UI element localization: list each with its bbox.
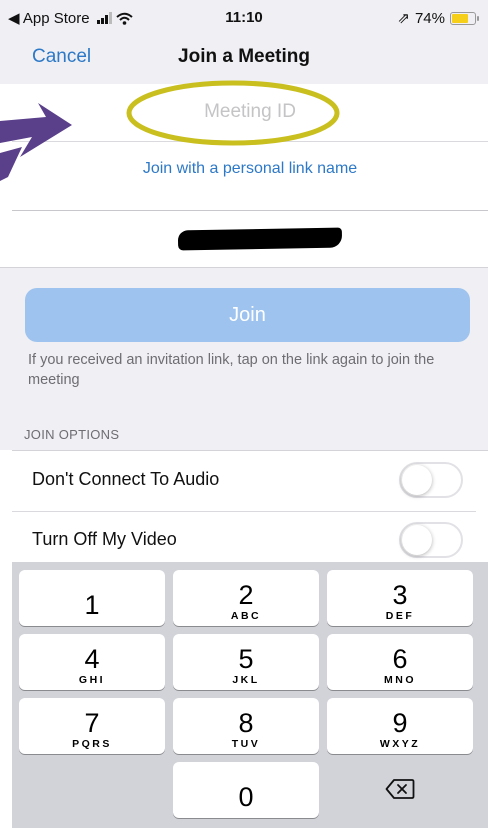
key-0[interactable]: 0 <box>173 762 319 818</box>
backspace-icon <box>385 778 415 799</box>
audio-toggle[interactable] <box>399 462 463 498</box>
location-icon: ⇗ <box>397 10 410 27</box>
join-button[interactable]: Join <box>25 288 470 342</box>
annotation-highlight-ellipse <box>126 80 340 146</box>
key-9[interactable]: 9 WXYZ <box>327 698 473 754</box>
delete-key[interactable] <box>327 762 473 818</box>
invitation-note: If you received an invitation link, tap … <box>28 352 435 388</box>
redacted-name <box>177 227 343 251</box>
key-3[interactable]: 3 DEF <box>327 570 473 626</box>
toggle-knob <box>402 525 432 555</box>
key-2[interactable]: 2 ABC <box>173 570 319 626</box>
key-7[interactable]: 7 PQRS <box>19 698 165 754</box>
video-toggle[interactable] <box>399 522 463 558</box>
key-4[interactable]: 4 GHI <box>19 634 165 690</box>
join-area: Join If you received an invitation link,… <box>0 267 488 450</box>
status-bar: ◀ App Store 11:10 ⇗ 74% <box>0 0 488 38</box>
key-8[interactable]: 8 TUV <box>173 698 319 754</box>
option-turn-off-video: Turn Off My Video <box>12 511 488 567</box>
option-dont-connect-audio: Don't Connect To Audio <box>12 451 488 507</box>
divider <box>12 511 476 512</box>
status-right: ⇗ 74% <box>397 9 479 27</box>
key-6[interactable]: 6 MNO <box>327 634 473 690</box>
option-label: Don't Connect To Audio <box>32 469 220 489</box>
join-options-header: JOIN OPTIONS <box>24 427 120 442</box>
key-1[interactable]: 1 <box>19 570 165 626</box>
nav-bar: Cancel Join a Meeting <box>0 38 488 84</box>
join-options-list: Don't Connect To Audio Turn Off My Video <box>12 450 488 562</box>
battery-percent: 74% <box>414 9 445 27</box>
page-title: Join a Meeting <box>178 46 310 67</box>
screen-name-field[interactable] <box>12 211 488 267</box>
personal-link-name-link[interactable]: Join with a personal link name <box>12 160 488 178</box>
numeric-keypad: 1 2 ABC 3 DEF 4 GHI 5 JKL 6 MNO 7 PQRS 8… <box>12 562 488 828</box>
battery-icon <box>450 11 479 25</box>
toggle-knob <box>402 465 432 495</box>
annotation-arrow <box>0 103 72 181</box>
option-label: Turn Off My Video <box>32 529 177 549</box>
key-5[interactable]: 5 JKL <box>173 634 319 690</box>
